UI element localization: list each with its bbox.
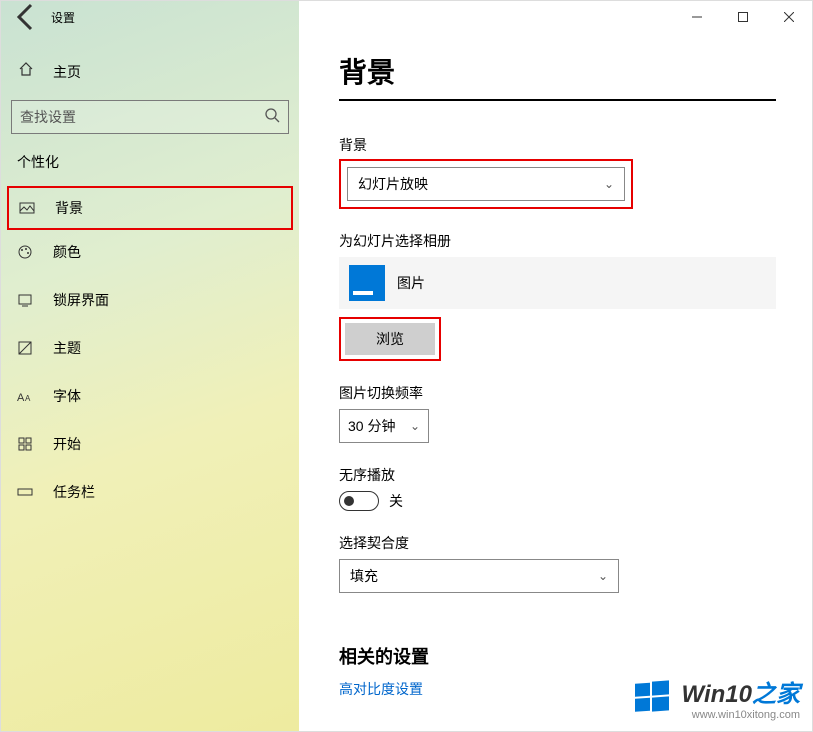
nav-item-start[interactable]: 开始: [1, 420, 299, 468]
nav-item-themes[interactable]: 主题: [1, 324, 299, 372]
browse-button[interactable]: 浏览: [345, 323, 435, 355]
chevron-down-icon: ⌄: [410, 419, 420, 433]
start-icon: [17, 436, 35, 452]
chevron-down-icon: ⌄: [604, 177, 614, 191]
background-dropdown[interactable]: 幻灯片放映 ⌄: [347, 167, 625, 201]
windows-logo-icon: [632, 678, 672, 718]
shuffle-state: 关: [389, 491, 403, 511]
highlight-box: 浏览: [339, 317, 441, 361]
nav-label: 主题: [53, 338, 81, 358]
interval-dropdown[interactable]: 30 分钟 ⌄: [339, 409, 429, 443]
shuffle-label: 无序播放: [339, 465, 812, 485]
theme-icon: [17, 340, 35, 356]
picture-icon: [19, 200, 37, 216]
folder-icon: [349, 265, 385, 301]
nav-label: 开始: [53, 434, 81, 454]
highlight-box: 幻灯片放映 ⌄: [339, 159, 633, 209]
app-title: 设置: [51, 9, 75, 26]
interval-label: 图片切换频率: [339, 383, 812, 403]
fit-label: 选择契合度: [339, 533, 812, 553]
dropdown-value: 幻灯片放映: [358, 174, 428, 194]
nav-list: 背景 颜色 锁屏界面 主题 AA 字体 开始: [1, 186, 299, 516]
nav-label: 背景: [55, 198, 83, 218]
back-button[interactable]: [11, 1, 43, 33]
nav-item-lockscreen[interactable]: 锁屏界面: [1, 276, 299, 324]
watermark-brand: Win10之家: [682, 681, 800, 708]
section-title: 个性化: [1, 134, 299, 180]
maximize-button[interactable]: [720, 1, 766, 33]
svg-text:A: A: [25, 394, 31, 403]
home-button[interactable]: 主页: [1, 51, 299, 92]
page-title: 背景: [339, 51, 776, 101]
album-name: 图片: [397, 273, 425, 293]
nav-label: 锁屏界面: [53, 290, 109, 310]
nav-label: 任务栏: [53, 482, 95, 502]
shuffle-toggle[interactable]: [339, 491, 379, 511]
search-icon: [264, 107, 280, 128]
home-label: 主页: [53, 62, 81, 82]
minimize-button[interactable]: [674, 1, 720, 33]
nav-label: 字体: [53, 386, 81, 406]
taskbar-icon: [17, 484, 35, 500]
home-icon: [17, 61, 35, 82]
fit-dropdown[interactable]: 填充 ⌄: [339, 559, 619, 593]
watermark-url: www.win10xitong.com: [682, 709, 800, 721]
search-field[interactable]: [20, 109, 264, 125]
nav-item-background[interactable]: 背景: [7, 186, 293, 230]
nav-label: 颜色: [53, 242, 81, 262]
watermark: Win10之家 www.win10xitong.com: [632, 674, 800, 721]
search-input[interactable]: [11, 100, 289, 134]
background-label: 背景: [339, 135, 812, 155]
palette-icon: [17, 244, 35, 260]
high-contrast-link[interactable]: 高对比度设置: [339, 679, 423, 699]
album-label: 为幻灯片选择相册: [339, 231, 812, 251]
nav-item-taskbar[interactable]: 任务栏: [1, 468, 299, 516]
font-icon: AA: [17, 388, 35, 404]
main-content: 背景 背景 幻灯片放映 ⌄ 为幻灯片选择相册 图片 浏览 图片切换频率 30 分…: [299, 1, 812, 731]
nav-item-colors[interactable]: 颜色: [1, 228, 299, 276]
dropdown-value: 填充: [350, 566, 378, 586]
sidebar: 设置 主页 个性化 背景 颜色 锁: [1, 1, 299, 731]
nav-item-fonts[interactable]: AA 字体: [1, 372, 299, 420]
chevron-down-icon: ⌄: [598, 569, 608, 583]
dropdown-value: 30 分钟: [348, 416, 395, 436]
lockscreen-icon: [17, 292, 35, 308]
album-item[interactable]: 图片: [339, 257, 776, 309]
related-title: 相关的设置: [339, 643, 812, 669]
svg-text:A: A: [17, 392, 25, 404]
close-button[interactable]: [766, 1, 812, 33]
